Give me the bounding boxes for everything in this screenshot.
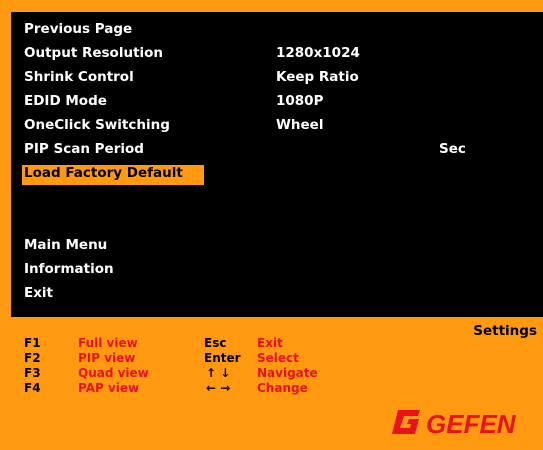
navkey-esc: Esc [204, 336, 227, 350]
menu-item-exit[interactable]: Exit [24, 282, 53, 304]
menu-item-shrink-control[interactable]: Shrink Control [24, 66, 134, 88]
gefen-logo-text: GEFEN [426, 409, 517, 437]
fkey-f2: F2 [24, 351, 41, 365]
oneclick-switching-value: Wheel [276, 117, 324, 133]
fkey-f2-action: PIP view [78, 351, 136, 365]
pip-scan-period-unit: Sec [439, 141, 466, 157]
settings-title: Settings [473, 323, 537, 339]
navkey-enter: Enter [204, 351, 241, 365]
menu-item-information[interactable]: Information [24, 258, 114, 280]
menu-item-edid-mode[interactable]: EDID Mode [24, 90, 107, 112]
fkey-f3: F3 [24, 366, 41, 380]
menu-item-main-menu[interactable]: Main Menu [24, 234, 107, 256]
menu-item-pip-scan-period[interactable]: PIP Scan Period [24, 138, 144, 160]
menu-item-output-resolution[interactable]: Output Resolution [24, 42, 163, 64]
navkey-enter-action: Select [257, 351, 299, 365]
fkey-f1-action: Full view [78, 336, 138, 350]
menu-item-load-factory-default[interactable]: Load Factory Default [24, 162, 183, 184]
navkey-esc-action: Exit [257, 336, 283, 350]
menu-item-oneclick-switching[interactable]: OneClick Switching [24, 114, 170, 136]
navkey-up-down-action: Navigate [257, 366, 318, 380]
osd-menu-panel: Previous Page Output Resolution 1280x102… [11, 12, 543, 317]
fkey-f1: F1 [24, 336, 41, 350]
navkey-left-right-action: Change [257, 381, 308, 395]
navkey-up-down-arrows: ↑ ↓ [206, 366, 231, 380]
output-resolution-value: 1280x1024 [276, 45, 360, 61]
shrink-control-value: Keep Ratio [276, 69, 359, 85]
edid-mode-value: 1080P [276, 93, 324, 109]
navkey-left-right-arrows: ← → [206, 381, 231, 395]
fkey-f4-action: PAP view [78, 381, 140, 395]
menu-item-previous-page[interactable]: Previous Page [24, 18, 132, 40]
fkey-f4: F4 [24, 381, 41, 395]
gefen-logo: GEFEN [392, 409, 517, 437]
gefen-g-mark-icon [392, 410, 420, 434]
fkey-f3-action: Quad view [78, 366, 149, 380]
